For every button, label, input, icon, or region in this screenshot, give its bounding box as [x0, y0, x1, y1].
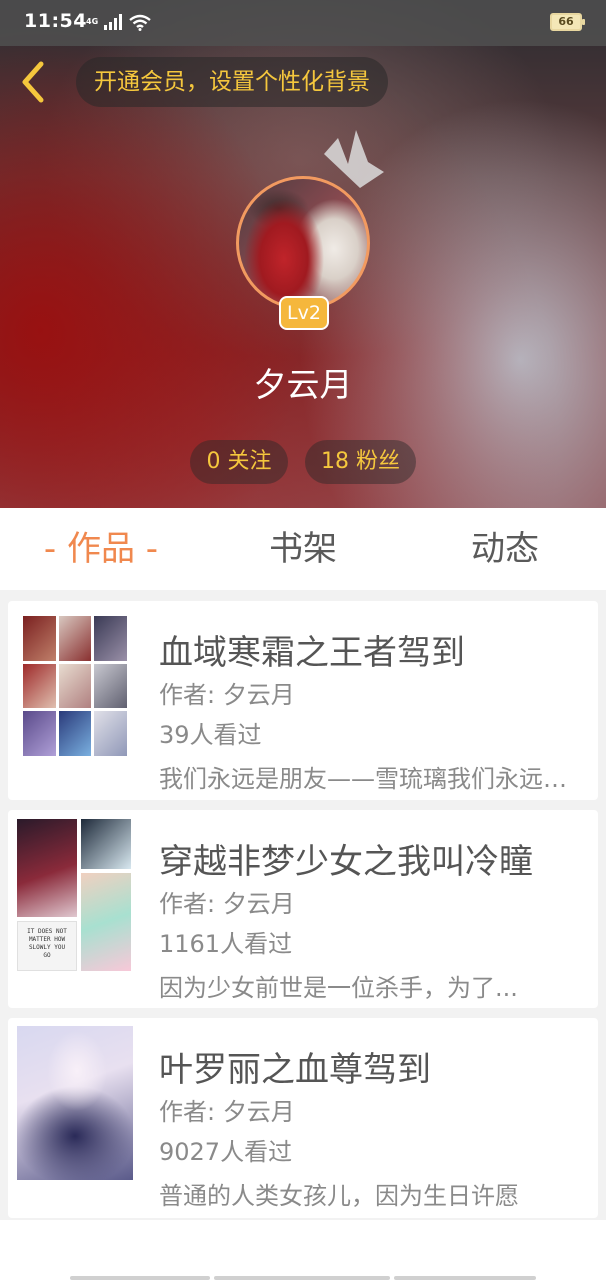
book-title: 叶罗丽之血尊驾到 — [159, 1050, 431, 1090]
profile-page: 11:54 4G 66 开通会员，设置个性化背景 Lv2 夕云月 0 关注 18… — [0, 0, 606, 1280]
book-views: 39人看过 — [159, 721, 262, 749]
status-bar: 11:54 4G 66 — [0, 0, 606, 46]
vip-background-prompt[interactable]: 开通会员，设置个性化背景 — [76, 57, 388, 107]
book-author: 作者: 夕云月 — [159, 1098, 295, 1126]
wifi-icon — [129, 14, 151, 31]
tab-bookshelf[interactable]: 书架 — [202, 508, 404, 590]
book-views: 9027人看过 — [159, 1138, 293, 1166]
book-views: 1161人看过 — [159, 930, 293, 958]
battery-icon: 66 — [550, 13, 585, 31]
list-item[interactable]: 叶罗丽之血尊驾到 作者: 夕云月 9027人看过 普通的人类女孩儿，因为生日许愿 — [8, 1018, 598, 1218]
signal-icon — [104, 14, 123, 30]
scroll-indicator — [394, 1276, 536, 1280]
chevron-left-icon — [22, 61, 44, 103]
tab-activity[interactable]: 动态 — [404, 508, 606, 590]
book-cover-image: IT DOES NOT MATTER HOW SLOWLY YOU GO — [17, 819, 131, 971]
book-cover-image — [17, 1026, 133, 1180]
book-author: 作者: 夕云月 — [159, 681, 295, 709]
book-author: 作者: 夕云月 — [159, 890, 295, 918]
book-description: 我们永远是朋友——雪琉璃我们永远是朋友 — [159, 765, 579, 793]
scroll-indicator — [214, 1276, 390, 1280]
book-description: 普通的人类女孩儿，因为生日许愿 — [159, 1182, 519, 1210]
network-type-icon: 4G — [86, 17, 99, 26]
cover-caption: IT DOES NOT MATTER HOW SLOWLY YOU GO — [27, 928, 67, 959]
scroll-indicator — [70, 1276, 210, 1280]
avatar-wrapper[interactable] — [236, 176, 370, 310]
status-icons: 4G — [86, 13, 152, 31]
list-item[interactable]: 血域寒霜之王者驾到 作者: 夕云月 39人看过 我们永远是朋友——雪琉璃我们永远… — [8, 601, 598, 800]
avatar[interactable] — [236, 176, 370, 310]
crown-decoration-icon — [324, 130, 384, 188]
status-time: 11:54 — [24, 10, 87, 32]
book-description: 因为少女前世是一位杀手，为了... — [159, 974, 518, 1002]
following-count-button[interactable]: 0 关注 — [190, 440, 288, 484]
level-badge: Lv2 — [279, 296, 329, 330]
bottom-area — [0, 1220, 606, 1280]
book-cover-image — [23, 616, 127, 756]
book-title: 穿越非梦少女之我叫冷瞳 — [159, 842, 533, 882]
username: 夕云月 — [253, 365, 353, 404]
profile-tabs: - 作品 - 书架 动态 — [0, 508, 606, 590]
tab-works[interactable]: - 作品 - — [0, 508, 202, 590]
book-title: 血域寒霜之王者驾到 — [159, 633, 465, 673]
back-button[interactable] — [14, 60, 54, 104]
fans-count-button[interactable]: 18 粉丝 — [305, 440, 416, 484]
list-item[interactable]: IT DOES NOT MATTER HOW SLOWLY YOU GO 穿越非… — [8, 810, 598, 1008]
